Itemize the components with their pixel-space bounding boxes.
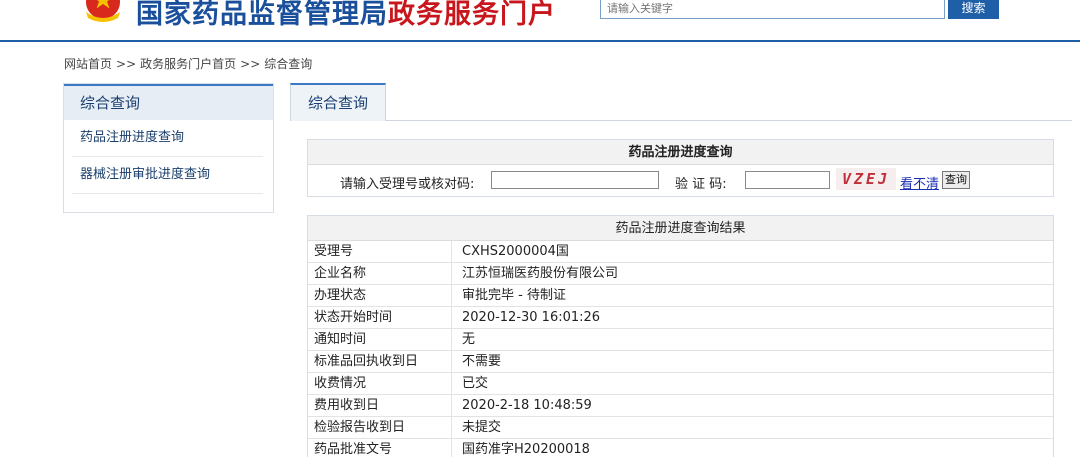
site-header: 国家药品监督管理局政务服务门户 搜索 (0, 0, 1080, 42)
table-row: 费用收到日 2020-2-18 10:48:59 (308, 395, 1053, 417)
table-row: 收费情况 已交 (308, 373, 1053, 395)
table-row: 检验报告收到日 未提交 (308, 417, 1053, 439)
site-title-agency: 国家药品监督管理局 (136, 0, 388, 30)
acceptance-number-input[interactable] (491, 171, 659, 189)
row-field-name: 受理号 (308, 241, 452, 263)
row-field-value: 2020-12-30 16:01:26 (462, 310, 601, 325)
breadcrumb: 网站首页 >> 政务服务门户首页 >> 综合查询 (64, 55, 312, 72)
row-field-name: 药品批准文号 (308, 439, 452, 457)
site-title-portal: 政务服务门户 (388, 0, 556, 30)
row-field-name: 状态开始时间 (308, 307, 452, 329)
row-field-value: 2020-2-18 10:48:59 (462, 398, 592, 413)
breadcrumb-portal[interactable]: 政务服务门户首页 (140, 57, 236, 71)
row-field-name: 办理状态 (308, 285, 452, 307)
table-row: 药品批准文号 国药准字H20200018 (308, 439, 1053, 457)
search-button[interactable]: 搜索 (948, 0, 999, 19)
sidebar-heading: 综合查询 (64, 84, 273, 120)
result-table: 药品注册进度查询结果 受理号 CXHS2000004国 企业名称 江苏恒瑞医药股份有限… (307, 215, 1054, 457)
sidebar-item-drug-registration[interactable]: 药品注册进度查询 (72, 120, 263, 157)
search-input[interactable] (600, 0, 945, 19)
row-field-value: 不需要 (462, 354, 502, 369)
result-table-title: 药品注册进度查询结果 (308, 216, 1053, 241)
verification-code-input[interactable] (745, 171, 830, 189)
tab-bar: 综合查询 (290, 83, 1072, 121)
row-field-name: 检验报告收到日 (308, 417, 452, 439)
query-panel-title: 药品注册进度查询 (308, 140, 1053, 165)
site-title: 国家药品监督管理局政务服务门户 (136, 0, 556, 31)
sidebar-item-device-registration[interactable]: 器械注册审批进度查询 (72, 157, 263, 194)
row-field-name: 费用收到日 (308, 395, 452, 417)
acceptance-number-label: 请输入受理号或核对码: (340, 177, 475, 192)
row-field-name: 通知时间 (308, 329, 452, 351)
breadcrumb-separator: >> (116, 57, 137, 71)
table-row: 企业名称 江苏恒瑞医药股份有限公司 (308, 263, 1053, 285)
row-field-value: 未提交 (462, 420, 502, 435)
row-field-value: 江苏恒瑞医药股份有限公司 (462, 266, 619, 281)
query-panel: 药品注册进度查询 请输入受理号或核对码: 验 证 码: VZEJ 看不清 查询 (307, 139, 1054, 197)
refresh-captcha-link[interactable]: 看不清 (900, 173, 939, 192)
captcha-image[interactable]: VZEJ (836, 168, 896, 190)
row-field-value: 无 (462, 332, 476, 347)
table-row: 标准品回执收到日 不需要 (308, 351, 1053, 373)
query-submit-button[interactable]: 查询 (942, 171, 970, 189)
table-row: 办理状态 审批完毕 - 待制证 (308, 285, 1053, 307)
table-row: 受理号 CXHS2000004国 (308, 241, 1053, 263)
row-field-value: CXHS2000004国 (462, 244, 569, 259)
breadcrumb-current: 综合查询 (264, 57, 313, 71)
query-form-row: 请输入受理号或核对码: 验 证 码: VZEJ 看不清 查询 (308, 165, 1053, 197)
table-row: 通知时间无 (308, 329, 1053, 351)
table-row: 状态开始时间 2020-12-30 16:01:26 (308, 307, 1053, 329)
verification-code-label: 验 证 码: (675, 177, 727, 192)
row-field-name: 标准品回执收到日 (308, 351, 452, 373)
row-field-name: 企业名称 (308, 263, 452, 285)
row-field-value: 已交 (462, 376, 489, 391)
breadcrumb-home[interactable]: 网站首页 (64, 57, 112, 71)
row-field-value: 审批完毕 - 待制证 (462, 288, 566, 303)
national-emblem-logo (86, 0, 120, 22)
sidebar: 综合查询 药品注册进度查询 器械注册审批进度查询 (63, 83, 274, 213)
breadcrumb-separator: >> (240, 57, 261, 71)
row-field-name: 收费情况 (308, 373, 452, 395)
row-field-value: 国药准字H20200018 (462, 442, 590, 457)
tab-comprehensive-query[interactable]: 综合查询 (290, 83, 386, 121)
